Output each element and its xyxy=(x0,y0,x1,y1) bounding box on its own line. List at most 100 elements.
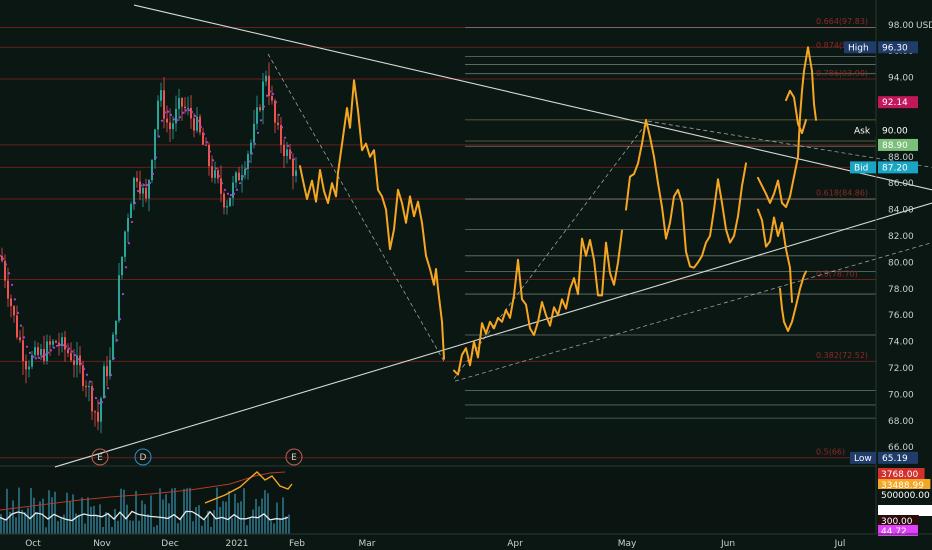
candle-body xyxy=(13,306,15,316)
volume-bar xyxy=(243,488,245,534)
ma-dot xyxy=(172,118,176,121)
volume-bar xyxy=(192,521,194,534)
ma-dot xyxy=(73,354,77,357)
price-tag-label: Bid xyxy=(854,163,868,173)
candle-body xyxy=(175,108,177,124)
candle-body xyxy=(187,107,189,109)
candle-body xyxy=(265,75,267,82)
candle-body xyxy=(139,181,141,194)
ma-dot xyxy=(4,263,8,266)
candle-body xyxy=(238,172,240,181)
ma-dot xyxy=(274,101,278,104)
price-tick-label: 68.00 xyxy=(888,417,914,427)
time-tick-label: Mar xyxy=(359,539,376,549)
candle-body xyxy=(232,182,234,198)
ma-dot xyxy=(130,220,134,224)
candle-body xyxy=(268,75,270,97)
candle-body xyxy=(151,160,153,181)
ma-dot xyxy=(52,346,56,349)
candle-body xyxy=(157,100,159,130)
volume-bar xyxy=(81,497,83,534)
candle-body xyxy=(124,231,126,257)
volume-bar xyxy=(90,506,92,534)
candle-body xyxy=(190,107,192,119)
price-tag-value: 90.00 xyxy=(882,126,908,136)
volume-bar xyxy=(183,488,185,534)
candle-body xyxy=(196,116,198,131)
ma-dot xyxy=(238,182,242,185)
price-tag-value: 92.14 xyxy=(882,98,908,108)
ma-dot xyxy=(166,110,170,113)
ma-dot xyxy=(175,119,179,122)
candle-body xyxy=(52,340,54,345)
ma-dot xyxy=(277,113,281,116)
volume-bar xyxy=(57,521,59,534)
ma-dot xyxy=(208,150,212,153)
ma-dot xyxy=(145,183,149,187)
price-tick-label: 66.00 xyxy=(888,443,914,453)
candle-body xyxy=(94,411,96,413)
ma-dot xyxy=(199,125,203,129)
price-tag-label: High xyxy=(848,43,869,53)
fib-label: 0.5(66) xyxy=(816,448,845,457)
volume-bar xyxy=(255,498,257,534)
candle-body xyxy=(205,144,207,146)
time-tick-label: May xyxy=(618,539,637,549)
time-tick-label: Oct xyxy=(25,539,41,549)
price-chart[interactable]: 0.664(97.83)0.874(95.72)0.786(93.90)0.61… xyxy=(0,0,932,550)
price-tick-label: 78.00 xyxy=(888,285,914,295)
candle-body xyxy=(106,366,108,377)
ma-dot xyxy=(115,339,119,342)
ma-dot xyxy=(220,182,224,185)
ma-dot xyxy=(142,183,146,187)
fib-label: 0.786(93.90) xyxy=(816,69,868,78)
volume-panel-background xyxy=(0,466,876,534)
candle-body xyxy=(28,366,30,370)
ma-dot xyxy=(34,357,38,360)
volume-bar xyxy=(201,525,203,534)
ma-dot xyxy=(37,356,41,359)
candle-body xyxy=(181,98,183,107)
volume-bar xyxy=(156,525,158,534)
ma-dot xyxy=(253,142,257,145)
volume-bar xyxy=(141,500,143,534)
price-tick-label: 94.00 xyxy=(888,74,914,84)
volume-bar xyxy=(63,514,65,534)
candle-body xyxy=(19,337,21,341)
volume-bar xyxy=(285,516,287,534)
ma-dot xyxy=(46,351,50,354)
candle-body xyxy=(226,206,228,208)
volume-bar xyxy=(150,495,152,534)
volume-bar xyxy=(108,514,110,534)
candle-body xyxy=(217,170,219,179)
ma-dot xyxy=(61,344,65,347)
volume-bar xyxy=(216,487,218,534)
candle-body xyxy=(292,158,294,176)
candle-body xyxy=(85,385,87,388)
candle-body xyxy=(127,217,129,232)
price-tick-label: 88.00 xyxy=(888,153,914,163)
candle-body xyxy=(103,366,105,399)
ma-dot xyxy=(67,347,71,350)
volume-bar xyxy=(27,507,29,534)
ma-dot xyxy=(124,266,128,269)
ma-dot xyxy=(205,141,209,144)
ma-dot xyxy=(181,111,185,114)
volume-bar xyxy=(210,526,212,534)
candle-body xyxy=(16,315,18,338)
price-tick-label: 74.00 xyxy=(888,338,914,348)
volume-bar xyxy=(204,520,206,534)
volume-bar xyxy=(45,527,47,534)
volume-bar xyxy=(117,520,119,534)
ma-dot xyxy=(118,318,122,321)
candle-body xyxy=(142,188,144,194)
event-label: D xyxy=(140,453,147,463)
time-tick-label: Jun xyxy=(720,539,735,549)
candle-body xyxy=(172,123,174,130)
volume-bar xyxy=(264,490,266,534)
ma-dot xyxy=(292,158,296,161)
ma-dot xyxy=(133,201,137,205)
candle-body xyxy=(193,118,195,131)
price-tick-label: 86.00 xyxy=(888,179,914,189)
ma-dot xyxy=(259,119,263,122)
